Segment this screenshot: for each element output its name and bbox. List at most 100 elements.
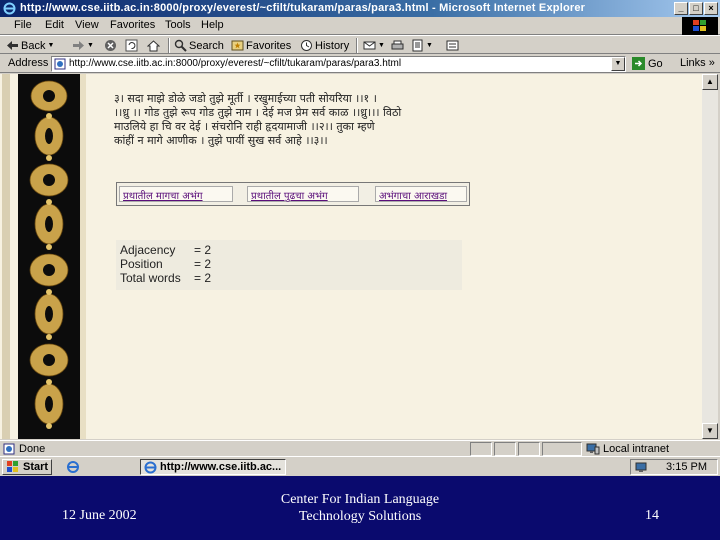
intranet-icon [586, 443, 600, 455]
standard-toolbar: Back ▼ ▼ Search Favorites History ▼ ▼ [0, 35, 720, 54]
address-label: Address [8, 57, 49, 69]
scroll-down-icon[interactable]: ▼ [702, 423, 718, 439]
stat-key: Position [120, 257, 163, 271]
stat-key: Adjacency [120, 243, 176, 257]
ie-icon [144, 461, 157, 473]
back-label: Back [21, 39, 46, 52]
address-url: http://www.cse.iitb.ac.in:8000/proxy/eve… [69, 58, 402, 69]
status-panel [518, 442, 540, 456]
page-icon [54, 58, 66, 70]
edit-button[interactable]: ▼ [411, 38, 433, 53]
status-panel [470, 442, 492, 456]
refresh-button[interactable] [125, 38, 138, 53]
status-bar: Done Local intranet [0, 440, 720, 456]
zone-label: Local intranet [603, 443, 670, 455]
network-tray-icon[interactable] [635, 461, 647, 473]
go-arrow-icon [632, 57, 645, 70]
windows-logo-icon [682, 17, 718, 35]
minimize-button[interactable]: _ [674, 2, 688, 15]
search-label: Search [189, 39, 224, 52]
maximize-button[interactable]: □ [689, 2, 703, 15]
page-viewport: ३। सदा माझे डोळे जडो तुझे मूर्ती । रखुमा… [0, 74, 702, 439]
system-tray: 3:15 PM [630, 459, 718, 475]
go-label: Go [648, 57, 663, 70]
status-panel [542, 442, 582, 456]
close-button[interactable]: × [704, 2, 718, 15]
menu-bar: File Edit View Favorites Tools Help [0, 17, 720, 35]
vertical-scrollbar[interactable]: ▲ ▼ [702, 74, 718, 439]
ie-icon [3, 2, 16, 15]
stop-button[interactable] [104, 38, 117, 53]
taskbar: Start http://www.cse.iitb.ac... 3:15 PM [0, 456, 720, 476]
stat-value: = 2 [194, 271, 212, 285]
menu-view[interactable]: View [75, 19, 99, 31]
toolbar-separator [356, 38, 358, 53]
menu-help[interactable]: Help [201, 19, 224, 31]
back-dropdown-icon[interactable]: ▼ [47, 42, 54, 49]
start-label: Start [23, 461, 49, 473]
previous-abhang-link[interactable]: प्रथातील मागचा अभंग [119, 186, 233, 202]
slide-page-number: 14 [645, 508, 659, 523]
address-dropdown-icon[interactable]: ▼ [611, 57, 625, 71]
ie-quicklaunch-icon[interactable] [66, 460, 80, 474]
menu-favorites[interactable]: Favorites [110, 19, 155, 31]
forward-dropdown-icon[interactable]: ▼ [87, 42, 94, 49]
links-button[interactable]: Links » [680, 57, 715, 69]
menu-tools[interactable]: Tools [165, 19, 191, 31]
back-arrow-icon [7, 41, 18, 50]
windows-flag-icon [7, 461, 18, 472]
stat-position: Position = 2 [120, 257, 211, 271]
page-done-icon [3, 443, 15, 455]
slide-date: 12 June 2002 [62, 508, 137, 523]
discuss-button[interactable] [446, 38, 459, 53]
status-label: Done [19, 443, 46, 455]
forward-arrow-icon [73, 41, 84, 50]
title-bar: http://www.cse.iitb.ac.in:8000/proxy/eve… [0, 0, 720, 17]
start-button[interactable]: Start [2, 459, 52, 475]
favorites-button[interactable]: Favorites [231, 38, 291, 53]
mail-dropdown-icon[interactable]: ▼ [378, 42, 385, 49]
history-button[interactable]: History [300, 38, 349, 53]
abhang-outline-link[interactable]: अभंगाचा आराखडा [375, 186, 467, 202]
toolbar-separator [168, 38, 170, 53]
go-button[interactable]: Go [632, 57, 663, 70]
menu-edit[interactable]: Edit [45, 19, 64, 31]
stat-adjacency: Adjacency = 2 [120, 243, 211, 257]
slide-organization: Center For Indian Language Technology So… [260, 491, 460, 525]
poem-line: ।।ध्रु ।। गोड तुझे रूप गोड तुझे नाम । दे… [114, 106, 402, 119]
scroll-up-icon[interactable]: ▲ [702, 74, 718, 90]
forward-button[interactable]: ▼ [72, 38, 94, 53]
poem-line: कांहीं न मागे आणीक । तुझे पायीं सुख सर्व… [114, 134, 328, 147]
clock: 3:15 PM [666, 461, 707, 473]
status-text: Done [3, 443, 45, 455]
home-icon [147, 40, 160, 52]
search-button[interactable]: Search [174, 38, 224, 53]
slide-footer: 12 June 2002 Center For Indian Language … [0, 476, 720, 540]
edit-page-icon [412, 39, 423, 52]
stat-value: = 2 [194, 243, 212, 257]
back-button[interactable]: Back ▼ [6, 38, 54, 53]
poem-text: ३। सदा माझे डोळे जडो तुझे मूर्ती । रखुमा… [114, 92, 504, 148]
task-label: http://www.cse.iitb.ac... [160, 461, 282, 473]
stat-value: = 2 [194, 257, 212, 271]
home-button[interactable] [147, 38, 160, 53]
next-abhang-link[interactable]: प्रथातील पुढचा अभंग [247, 186, 359, 202]
poem-line: ३। सदा माझे डोळे जडो तुझे मूर्ती । रखुमा… [114, 92, 377, 105]
discuss-icon [446, 40, 459, 51]
menu-file[interactable]: File [14, 19, 32, 31]
print-button[interactable] [391, 38, 404, 53]
address-bar: Address http://www.cse.iitb.ac.in:8000/p… [0, 54, 720, 73]
ie-task-button[interactable]: http://www.cse.iitb.ac... [140, 459, 286, 475]
browser-screen: http://www.cse.iitb.ac.in:8000/proxy/eve… [0, 0, 720, 476]
edit-dropdown-icon[interactable]: ▼ [426, 42, 433, 49]
poem-content: ३। सदा माझे डोळे जडो तुझे मूर्ती । रखुमा… [114, 92, 504, 148]
address-field[interactable]: http://www.cse.iitb.ac.in:8000/proxy/eve… [51, 56, 626, 72]
window-title: http://www.cse.iitb.ac.in:8000/proxy/eve… [20, 2, 586, 14]
stop-icon [105, 40, 116, 51]
stat-total-words: Total words = 2 [120, 271, 211, 285]
mail-button[interactable]: ▼ [363, 38, 385, 53]
history-label: History [315, 39, 350, 52]
stat-key: Total words [120, 271, 181, 285]
favorites-icon [231, 40, 244, 51]
abhang-navigation-table: प्रथातील मागचा अभंग प्रथातील पुढचा अभंग … [116, 182, 470, 206]
